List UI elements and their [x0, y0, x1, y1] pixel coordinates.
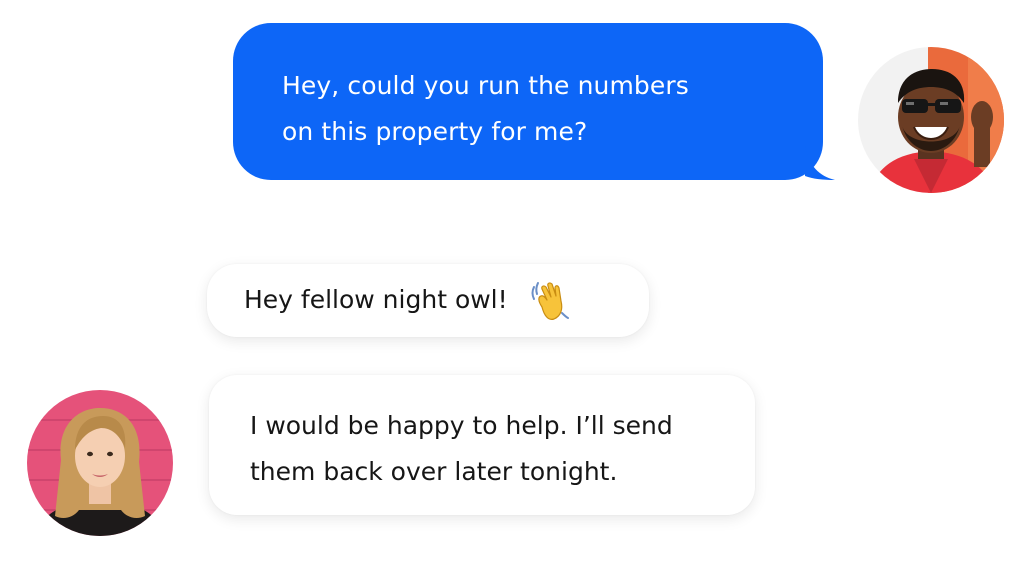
outgoing-message-bubble: Hey, could you run the numbers on this p…	[233, 23, 835, 180]
outgoing-message-line-1: Hey, could you run the numbers	[282, 71, 689, 100]
incoming-reply-line-2: them back over later tonight.	[250, 457, 618, 486]
incoming-reply-bubble: I would be happy to help. I’ll send them…	[209, 375, 755, 515]
recipient-avatar[interactable]	[27, 390, 173, 536]
man-avatar-illustration	[858, 47, 1004, 193]
outgoing-message-line-2: on this property for me?	[282, 117, 588, 146]
incoming-greeting-bubble: Hey fellow night owl!	[207, 264, 649, 337]
bubble-tail-icon	[805, 146, 835, 180]
waving-hand-icon	[528, 279, 572, 323]
incoming-greeting-text: Hey fellow night owl!	[244, 285, 508, 314]
incoming-reply-line-1: I would be happy to help. I’ll send	[250, 411, 673, 440]
sender-avatar[interactable]	[858, 47, 1004, 193]
woman-avatar-illustration	[27, 390, 173, 536]
